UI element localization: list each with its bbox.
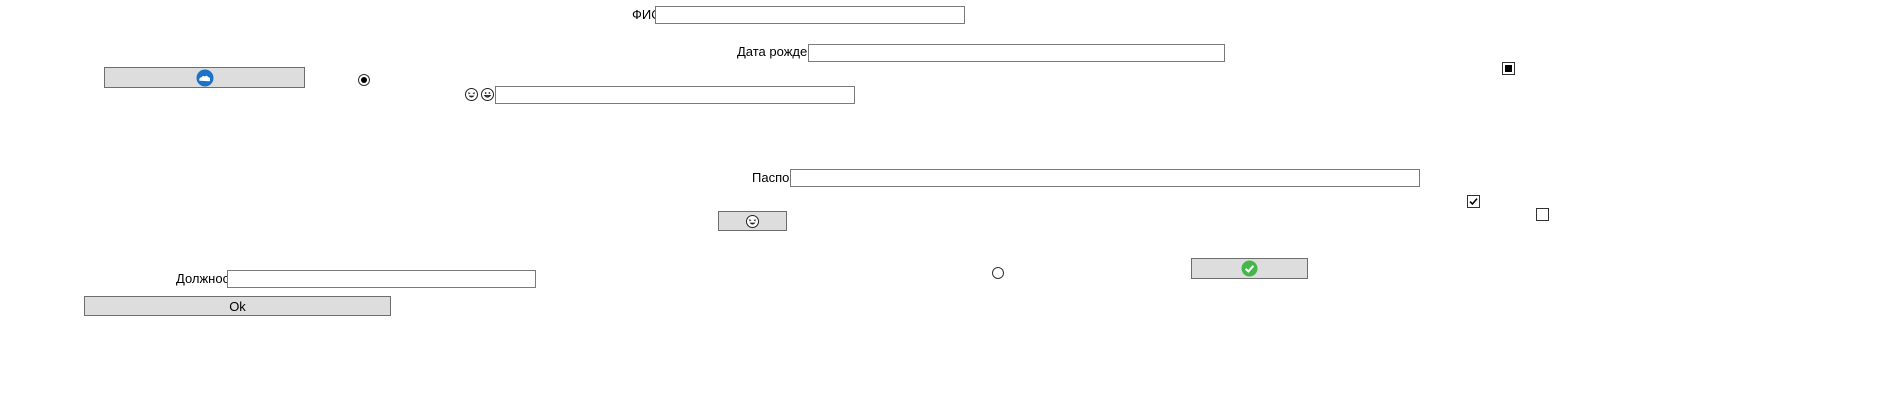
radio-option-bottom[interactable] (992, 267, 1004, 279)
checkmark-circle-icon (1241, 260, 1258, 277)
cloud-button[interactable] (104, 67, 305, 88)
checkbox-indeterminate-mark (1505, 65, 1512, 72)
cloud-icon (196, 69, 213, 86)
position-input[interactable] (227, 270, 536, 288)
passport-input[interactable] (790, 169, 1420, 187)
emoji-input[interactable] (495, 86, 855, 104)
radio-selected-dot (361, 77, 367, 83)
radio-option-top[interactable] (358, 74, 370, 86)
checkbox-unchecked[interactable] (1536, 208, 1549, 221)
checkmark-icon (1469, 198, 1478, 206)
laughing-face-icon (465, 88, 478, 101)
checkbox-checked[interactable] (1467, 195, 1480, 208)
checkbox-top-right[interactable] (1502, 62, 1515, 75)
laughing-face-icon (746, 214, 759, 228)
laughing-face-button[interactable] (718, 211, 787, 231)
fio-input[interactable] (655, 6, 965, 24)
birthdate-input[interactable] (808, 44, 1225, 62)
ok-button[interactable]: Ok (84, 296, 391, 316)
confirm-check-button[interactable] (1191, 258, 1308, 279)
grinning-face-icon (481, 88, 494, 101)
